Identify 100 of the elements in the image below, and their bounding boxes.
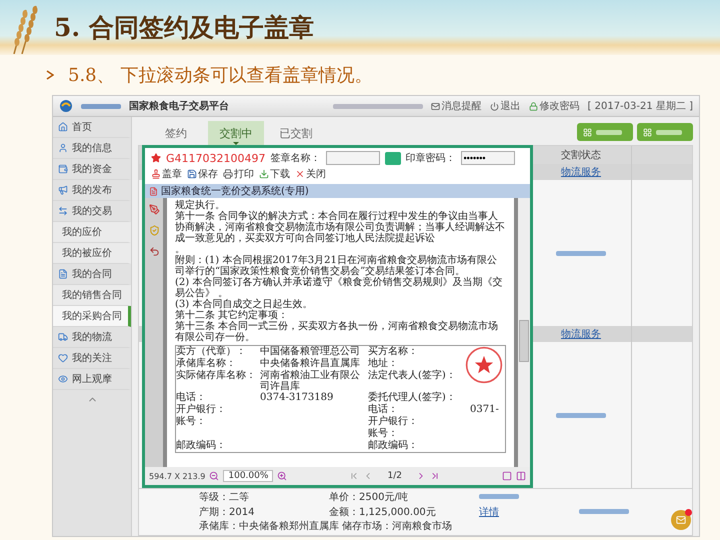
grid-icon (583, 128, 592, 136)
storage-text: 承储库：中央储备粮郑州直属库 储存市场：河南粮食市场 (199, 520, 452, 533)
seal-name-field[interactable] (326, 151, 380, 165)
sidebar-item[interactable]: 我的被应价 (53, 243, 131, 264)
menu-item-icon (58, 374, 68, 384)
toolbar-action[interactable]: 打印 (223, 167, 254, 181)
tab[interactable]: 签约 (148, 121, 204, 145)
party-label: 邮政编码： (176, 440, 227, 452)
toolbar-button[interactable] (577, 123, 633, 141)
document-paragraph: 第十二条 其它约定事项： (175, 310, 290, 321)
party-label: 承储库名称： (176, 358, 237, 370)
two-page-icon[interactable] (516, 471, 526, 481)
star-icon (151, 153, 161, 163)
date-text: [ 2017-03-21 星期二 ] (588, 100, 693, 113)
zoom-out-icon[interactable] (209, 471, 220, 481)
party-label: 邮政编码： (368, 440, 419, 452)
sidebar-item[interactable]: 我的采购合同 (53, 306, 131, 327)
zoom-field[interactable]: 100.00% (223, 470, 274, 482)
close-icon (295, 169, 305, 179)
document-paragraph: 第十三条 本合同一式三份，买卖双方各执一份，河南省粮食交易物流市场有限公司存一份。 (175, 321, 500, 343)
field-label: 签章名称： (270, 152, 321, 165)
table-cell-text: 单价：2500元/吨 (329, 490, 409, 504)
table-cell-text: 等级：二等 (199, 490, 250, 504)
tab[interactable]: 已交割 (268, 121, 324, 145)
logistics-link[interactable]: 物流服务 (561, 165, 601, 179)
lock-icon (528, 102, 538, 110)
bullet-chevron-icon (46, 70, 54, 80)
stamp-icon (151, 169, 161, 179)
blurred-link[interactable] (556, 412, 606, 418)
toolbar-action[interactable]: 关闭 (295, 167, 326, 181)
undo-icon[interactable] (148, 246, 160, 257)
document-paragraph: (2) 本合同签订各方确认并承诺遵守《粮食竞价销售交易规则》及当期《交易公告》 。 (175, 277, 504, 299)
menu-item-icon (58, 206, 68, 216)
document-icon (149, 186, 158, 196)
menu-item-icon (58, 332, 68, 342)
tab[interactable]: 交割中 (208, 121, 264, 145)
last-page-icon[interactable] (430, 471, 440, 481)
party-value: 0371- (470, 404, 500, 416)
party-label: 开户银行： (176, 404, 227, 416)
detail-link[interactable]: 详情 (479, 504, 579, 518)
viewer-title: 国家粮食统一竞价交易系统(专用) (161, 184, 309, 198)
menu-item-icon (58, 122, 68, 132)
platform-name: 国家粮食电子交易平台 (129, 99, 229, 113)
single-page-icon[interactable] (502, 471, 512, 481)
password-field[interactable]: ••••••• (460, 151, 515, 165)
party-label: 电话： (176, 392, 207, 404)
toolbar-action[interactable]: 盖章 (151, 167, 182, 181)
scrollbar[interactable] (518, 198, 530, 467)
download-icon (259, 169, 269, 179)
menu-item-icon (58, 143, 68, 153)
party-label: 买方名称： (368, 346, 419, 358)
slide-title: 5. 合同签约及电子盖章 (54, 12, 314, 44)
logo-icon (59, 99, 73, 113)
sidebar-item[interactable]: 我的应价 (53, 222, 131, 243)
menu-item-icon (58, 164, 68, 174)
field-label: 印章密码： (406, 152, 456, 165)
document-paragraph: 第十一条 合同争议的解决方式：本合同在履行过程中发生的争议由当事人协商解决，河南省粮食交易物流市场有限公司负责调解；当事人经调解达不成一致意见的，买卖双方可向合同签订地人民法院提起诉讼 (175, 211, 506, 244)
print-icon (223, 169, 233, 179)
power-icon (490, 102, 499, 110)
party-label: 地址： (368, 358, 399, 370)
pen-icon[interactable] (148, 204, 160, 215)
party-label: 委托代理人(签字)： (368, 392, 457, 404)
mail-icon (430, 102, 440, 110)
blurred-link[interactable] (556, 250, 606, 256)
contract-number: G4117032100497 (166, 152, 266, 164)
party-label: 账号： (368, 428, 399, 440)
document-paragraph: (3) 本合同自成交之日起生效。 (175, 299, 314, 310)
party-value: 中国储备粮管理总公司 (260, 346, 361, 358)
slide-subtitle: 5.8、 下拉滚动条可以查看盖章情况。 (68, 64, 372, 87)
top-link[interactable]: 修改密码 (528, 99, 580, 113)
toolbar-action[interactable]: 保存 (187, 167, 218, 181)
small-button[interactable] (384, 152, 401, 164)
page-number: 1/2 (386, 471, 403, 481)
seal-stamp (465, 346, 503, 384)
document-paragraph: 附则：(1) 本合同根据2017年3月21日在河南省粮食交易物流市场有限公司举行的“国家政策性粮食竞价销售交易会”交易结果签订本合同。 (175, 255, 497, 277)
toolbar-action[interactable]: 下载 (259, 167, 290, 181)
blurred-text (81, 104, 121, 108)
sidebar-item[interactable]: 我的销售合同 (53, 285, 131, 306)
document-paragraph: 。 (175, 244, 186, 255)
document-paragraph: 规定执行。 (175, 200, 226, 211)
party-label: 实际储存库名称： (176, 370, 256, 383)
page-size-text: 594.7 X 213.9 (149, 472, 206, 480)
column-header: 交割状态 (561, 148, 601, 162)
party-label: 账号： (176, 416, 207, 428)
party-label: 法定代表人(签字)： (368, 370, 457, 383)
top-link[interactable]: 退出 (490, 99, 521, 113)
table-cell-text: 产期：2014 (199, 506, 256, 518)
party-value: 河南省粮油工业有限公司许昌库 (260, 370, 361, 392)
first-page-icon[interactable] (349, 471, 360, 481)
logistics-link[interactable]: 物流服务 (561, 327, 601, 341)
zoom-in-icon[interactable] (277, 471, 288, 481)
shield-icon[interactable] (148, 225, 160, 236)
top-link[interactable]: 消息提醒 (430, 99, 482, 113)
grid-icon (643, 128, 652, 136)
party-label: 开户银行： (368, 416, 419, 428)
toolbar-button[interactable] (637, 123, 693, 141)
menu-item-icon (58, 269, 68, 279)
party-value: 中央储备粮许昌直属库 (260, 358, 361, 370)
party-value: 0374-3173189 (260, 392, 334, 404)
menu-item-icon (58, 185, 68, 195)
